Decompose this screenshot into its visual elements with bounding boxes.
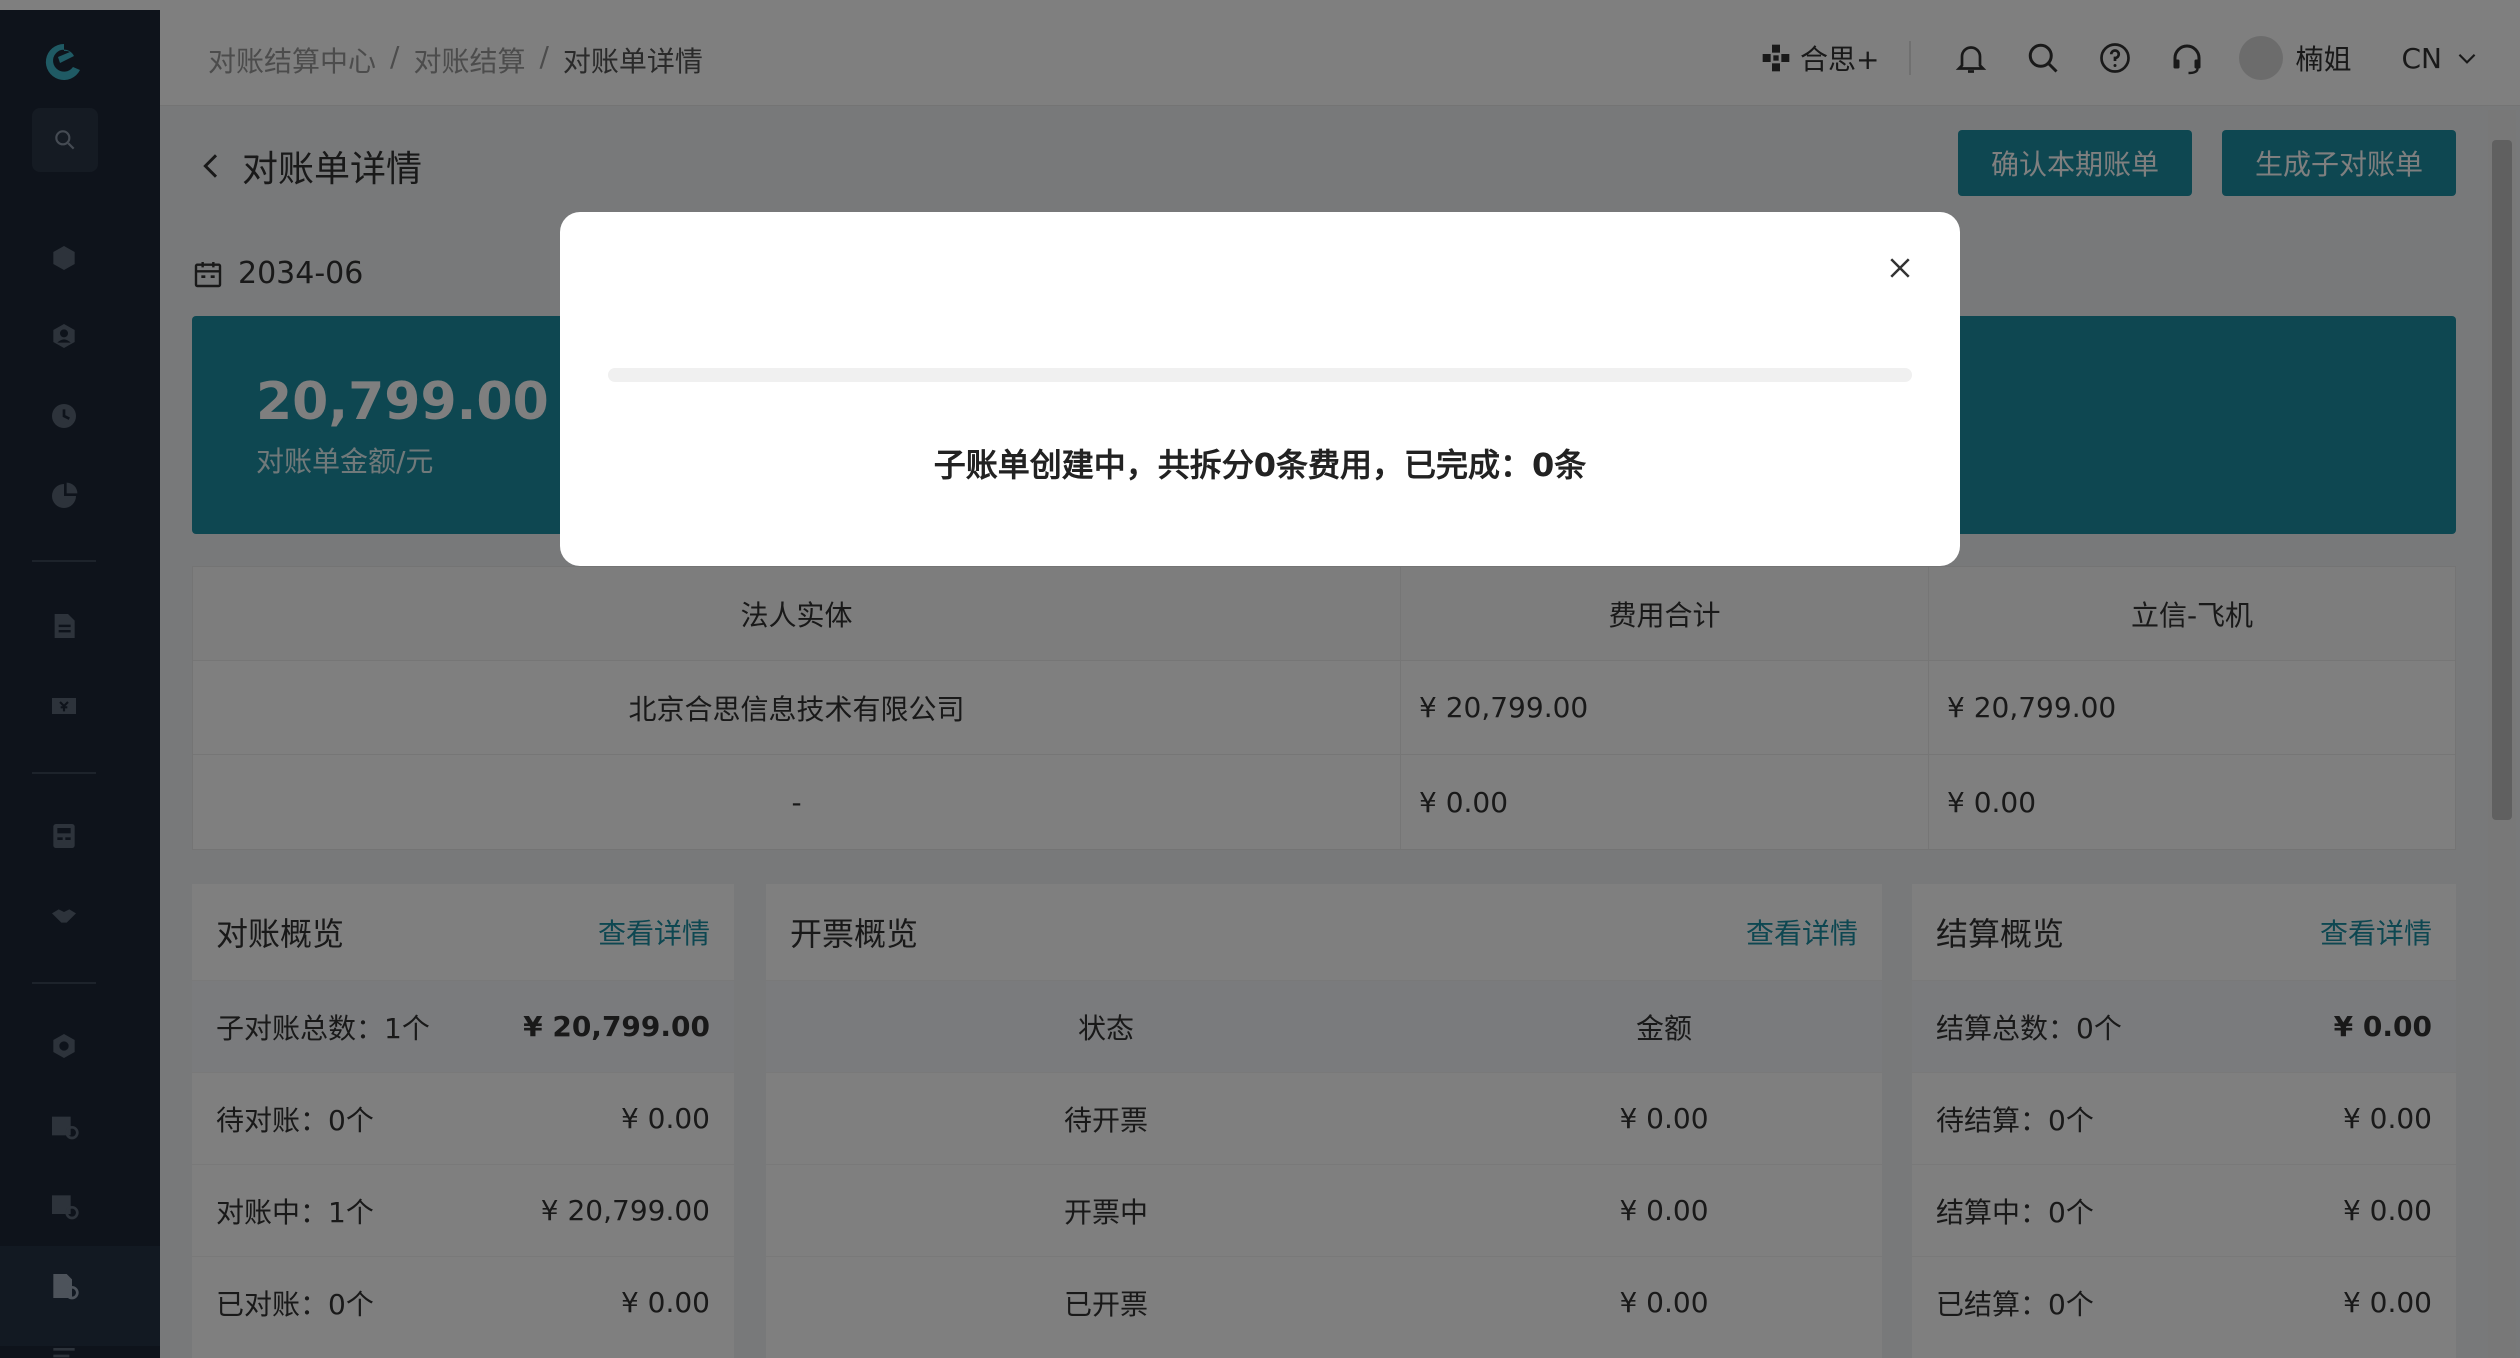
- progress-message: 子账单创建中，共拆分0条费用，已完成：0条: [933, 446, 1587, 484]
- close-button[interactable]: [1878, 246, 1922, 290]
- close-icon: [1890, 258, 1910, 278]
- modal-overlay[interactable]: [0, 0, 2520, 1358]
- progress-modal: 子账单创建中，共拆分0条费用，已完成：0条: [560, 212, 1960, 566]
- progress-bar: [608, 368, 1912, 382]
